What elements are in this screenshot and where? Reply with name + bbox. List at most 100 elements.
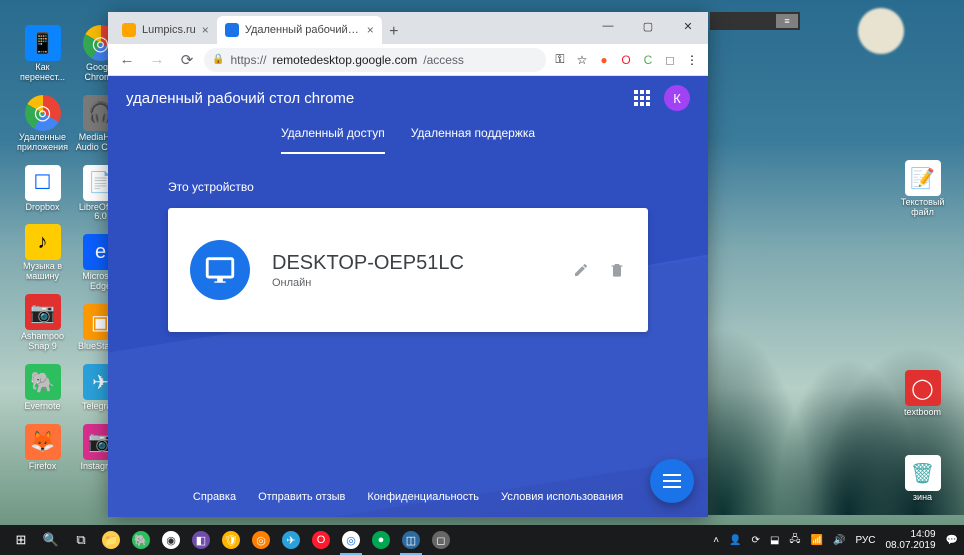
delete-icon[interactable] — [608, 261, 626, 279]
minimize-button[interactable]: — — [588, 12, 628, 40]
taskbar-app[interactable]: ◫ — [396, 525, 426, 555]
desktop-icon[interactable]: 📷Ashampoo Snap 9 — [15, 294, 70, 352]
monitor-icon — [190, 240, 250, 300]
desktop-icon[interactable]: ♪Музыка в машину — [15, 224, 70, 282]
tray-date: 08.07.2019 — [885, 540, 935, 551]
toolbar-icons: ⚿ ☆ ● O C ◻ ⋮ — [550, 50, 702, 70]
tray-people-icon[interactable]: 👤 — [729, 535, 741, 546]
taskbar-app[interactable]: ◻ — [426, 525, 456, 555]
tray-clock[interactable]: 14:09 08.07.2019 — [885, 529, 935, 551]
page-tab[interactable]: Удаленный доступ — [281, 120, 385, 154]
desktop-icon[interactable]: ◯textboom — [895, 370, 950, 418]
tray-notifications-icon[interactable]: 💬 — [946, 535, 958, 546]
desktop-icon[interactable]: 📱Как перенест... — [15, 25, 70, 83]
desktop: 📱Как перенест...◎Удаленные приложения☐Dr… — [0, 0, 964, 555]
taskbar-explorer[interactable]: 📁 — [96, 525, 126, 555]
ext-icon[interactable]: ◻ — [660, 50, 680, 70]
taskbar-app[interactable]: ◧ — [186, 525, 216, 555]
ext-icon[interactable]: ● — [594, 50, 614, 70]
desktop-icon[interactable]: 🐘Evernote — [15, 364, 70, 412]
footer-link[interactable]: Справка — [193, 491, 236, 503]
desktop-icon[interactable]: 🦊Firefox — [15, 424, 70, 472]
favicon-icon — [225, 23, 239, 37]
url-box[interactable]: 🔒 https://remotedesktop.google.com/acces… — [204, 48, 546, 72]
start-button[interactable]: ⊞ — [6, 525, 36, 555]
desktop-icons-colR2: ◯textboom — [895, 370, 950, 430]
tray-wifi-icon[interactable]: 📶 — [811, 535, 823, 546]
tab-lumpics[interactable]: Lumpics.ru × — [114, 16, 217, 44]
taskbar: ⊞ 🔍 ⧉ 📁 🐘 ◉ ◧ 🛡 ◎ ✈ O ◎ ● ◫ ◻ ˄ 👤 ⟳ ⬓ 🖧 … — [0, 525, 964, 555]
tray-dropbox-icon[interactable]: ⬓ — [770, 535, 779, 546]
tab-remote-desktop[interactable]: Удаленный рабочий стол Chro × — [217, 16, 382, 44]
back-button[interactable]: ← — [114, 47, 140, 73]
page-footer: Справка Отправить отзыв Конфиденциальность… — [108, 491, 708, 503]
device-card[interactable]: DESKTOP-OEP51LC Онлайн — [168, 208, 648, 332]
icon-label: зина — [895, 493, 950, 503]
footer-link[interactable]: Условия использования — [501, 491, 623, 503]
taskbar-evernote[interactable]: 🐘 — [126, 525, 156, 555]
app-title-chrome: chrome — [304, 90, 354, 107]
tray-chevron-icon[interactable]: ˄ — [713, 535, 719, 546]
bgwin-menu-icon[interactable]: ≡ — [776, 14, 798, 28]
close-button[interactable]: ✕ — [668, 12, 708, 40]
app-icon: 📷 — [25, 294, 61, 330]
app-icon: ☐ — [25, 165, 61, 201]
address-bar: ← → ⟳ 🔒 https://remotedesktop.google.com… — [108, 44, 708, 76]
favicon-icon — [122, 23, 136, 37]
desktop-icons-col-1: 📱Как перенест... ◎Удаленные приложения ☐Dr… — [15, 25, 70, 484]
desktop-icon[interactable]: ◎Удаленные приложения — [15, 95, 70, 153]
icon-label: Музыка в машину — [15, 262, 70, 282]
google-apps-icon[interactable] — [634, 90, 650, 106]
taskbar-app[interactable]: ● — [366, 525, 396, 555]
tray-volume-icon[interactable]: 🔊 — [833, 535, 845, 546]
tray-sync-icon[interactable]: ⟳ — [752, 535, 760, 546]
maximize-button[interactable]: ▢ — [628, 12, 668, 40]
fab-menu-button[interactable] — [650, 459, 694, 503]
key-icon[interactable]: ⚿ — [550, 50, 570, 70]
app-title-text: удаленный рабочий стол — [126, 90, 304, 107]
app-icon: 📱 — [25, 25, 61, 61]
menu-icon[interactable]: ⋮ — [682, 50, 702, 70]
icon-label: Evernote — [15, 402, 70, 412]
desktop-icon[interactable]: ☐Dropbox — [15, 165, 70, 213]
url-host: remotedesktop.google.com — [272, 53, 417, 67]
desktop-icons-colR3: 🗑зина — [895, 455, 950, 515]
icon-label: Ashampoo Snap 9 — [15, 332, 70, 352]
reload-button[interactable]: ⟳ — [174, 47, 200, 73]
system-tray: ˄ 👤 ⟳ ⬓ 🖧 📶 🔊 РУС 14:09 08.07.2019 💬 — [713, 529, 958, 551]
device-actions — [572, 261, 626, 279]
footer-link[interactable]: Конфиденциальность — [367, 491, 479, 503]
footer-link[interactable]: Отправить отзыв — [258, 491, 345, 503]
desktop-icon[interactable]: 🗑зина — [895, 455, 950, 503]
close-tab-icon[interactable]: × — [367, 23, 374, 37]
background-window-controls[interactable]: ≡ — [710, 12, 800, 30]
account-avatar[interactable]: К — [664, 85, 690, 111]
ext-icon[interactable]: C — [638, 50, 658, 70]
star-icon[interactable]: ☆ — [572, 50, 592, 70]
page-tab[interactable]: Удаленная поддержка — [411, 120, 535, 154]
search-icon[interactable]: 🔍 — [36, 525, 66, 555]
taskbar-app[interactable]: 🛡 — [216, 525, 246, 555]
device-info: DESKTOP-OEP51LC Онлайн — [272, 252, 550, 289]
lock-icon: 🔒 — [212, 54, 224, 65]
taskbar-opera[interactable]: O — [306, 525, 336, 555]
window-controls: — ▢ ✕ — [588, 12, 708, 40]
tray-language[interactable]: РУС — [855, 535, 875, 546]
icon-label: Текстовый файл — [895, 198, 950, 218]
opera-ext-icon[interactable]: O — [616, 50, 636, 70]
new-tab-button[interactable]: + — [382, 20, 406, 44]
close-tab-icon[interactable]: × — [202, 23, 209, 37]
taskbar-app[interactable]: ◎ — [246, 525, 276, 555]
taskbar-app[interactable]: ◉ — [156, 525, 186, 555]
task-view-icon[interactable]: ⧉ — [66, 525, 96, 555]
icon-label: Удаленные приложения — [15, 133, 70, 153]
url-path: /access — [423, 53, 464, 67]
forward-button[interactable]: → — [144, 47, 170, 73]
tray-network-icon[interactable]: 🖧 — [789, 532, 800, 549]
edit-icon[interactable] — [572, 261, 590, 279]
tab-title: Удаленный рабочий стол Chro — [245, 24, 361, 36]
taskbar-telegram[interactable]: ✈ — [276, 525, 306, 555]
taskbar-chrome[interactable]: ◎ — [336, 525, 366, 555]
desktop-icon[interactable]: 📝Текстовый файл — [895, 160, 950, 218]
app-icon: 📝 — [905, 160, 941, 196]
